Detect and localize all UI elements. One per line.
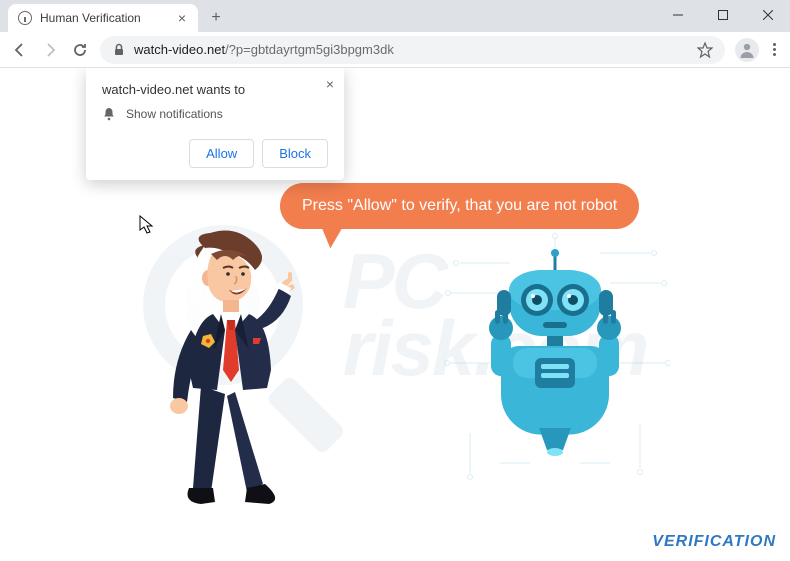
lock-icon [112, 43, 126, 57]
allow-button[interactable]: Allow [189, 139, 254, 168]
forward-button[interactable] [40, 40, 60, 60]
profile-avatar[interactable] [735, 38, 759, 62]
robot-illustration [455, 248, 655, 468]
browser-tab[interactable]: Human Verification × [8, 4, 198, 32]
page-content: PC risk.com × watch-video.net wants to S… [0, 68, 790, 561]
back-button[interactable] [10, 40, 30, 60]
url-text: watch-video.net/?p=gbtdayrtgm5gi3bpgm3dk [134, 42, 394, 57]
speech-bubble: Press "Allow" to verify, that you are no… [280, 183, 639, 229]
window-controls [655, 0, 790, 30]
tab-title: Human Verification [40, 11, 176, 25]
browser-toolbar: watch-video.net/?p=gbtdayrtgm5gi3bpgm3dk [0, 32, 790, 68]
reload-button[interactable] [70, 40, 90, 60]
close-icon[interactable]: × [326, 76, 334, 92]
new-tab-button[interactable]: + [204, 6, 228, 30]
maximize-button[interactable] [700, 0, 745, 30]
minimize-button[interactable] [655, 0, 700, 30]
address-bar[interactable]: watch-video.net/?p=gbtdayrtgm5gi3bpgm3dk [100, 36, 725, 64]
bookmark-star-icon[interactable] [697, 42, 713, 58]
menu-button[interactable] [769, 43, 780, 56]
close-window-button[interactable] [745, 0, 790, 30]
man-illustration [135, 230, 315, 520]
window-titlebar: Human Verification × + [0, 0, 790, 32]
notification-origin: watch-video.net wants to [102, 82, 328, 97]
cursor-icon [139, 215, 155, 235]
url-host: watch-video.net [134, 42, 225, 57]
verification-label: VERIFICATION [652, 533, 776, 551]
notification-body: Show notifications [126, 107, 223, 121]
bell-icon [102, 107, 116, 121]
url-path: /?p=gbtdayrtgm5gi3bpgm3dk [225, 42, 394, 57]
globe-icon [18, 11, 32, 25]
close-tab-icon[interactable]: × [176, 10, 188, 26]
block-button[interactable]: Block [262, 139, 328, 168]
notification-prompt: × watch-video.net wants to Show notifica… [86, 68, 344, 180]
